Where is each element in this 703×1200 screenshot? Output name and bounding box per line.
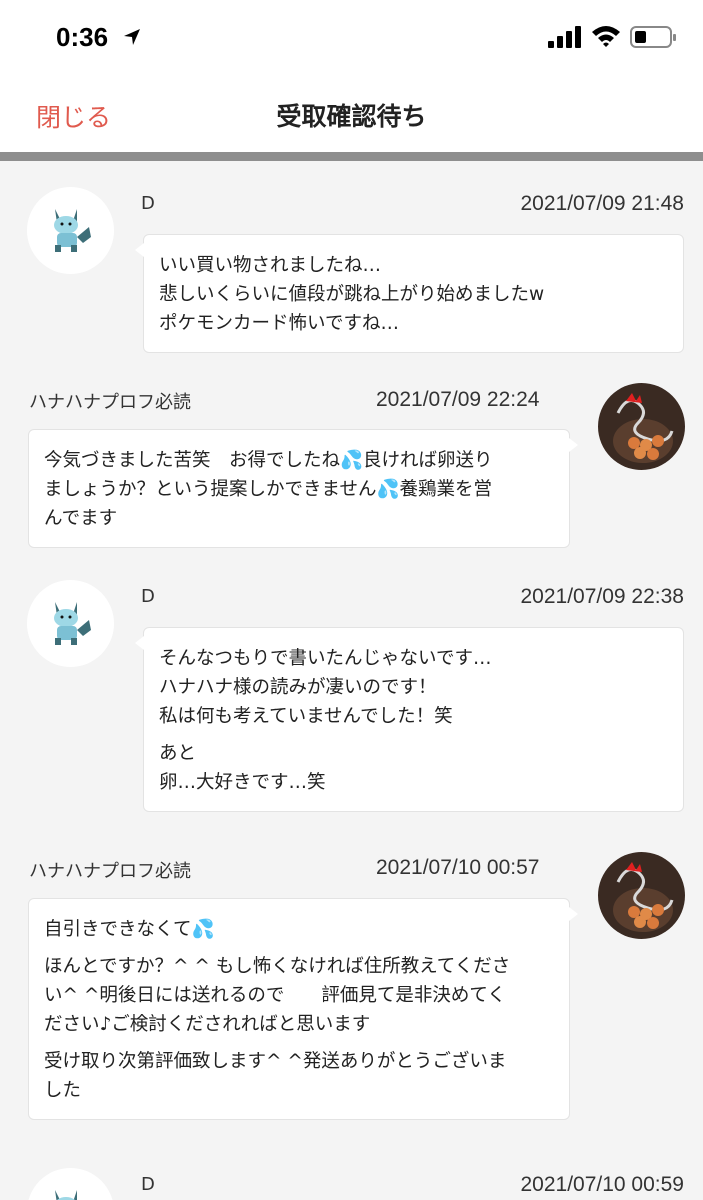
header: 0:36 閉じる 受取確認待ち [0,0,703,152]
message-text: 受け取り次第評価致します^ ^発送ありがとうございま した [44,1051,507,1101]
avatar[interactable] [27,1168,114,1200]
chicken-eggs-avatar-icon [598,383,685,470]
sender-name: D [141,586,155,607]
sender-name: ハナハナプロフ必読 [29,392,191,413]
header-divider [0,152,703,161]
message-bubble: いい買い物されましたね… 悲しいくらいに値段が跳ね上がり始めましたw ポケモンカ… [135,234,684,353]
message-text: 今気づきました苦笑 お得でしたね💦良ければ卵送り ましょうか？という提案しかでき… [44,450,493,529]
message-timestamp: 2021/07/09 22:38 [520,585,685,608]
sender-name: ハナハナプロフ必読 [29,861,191,882]
avatar[interactable] [598,852,685,939]
message-text: いい買い物されましたね… 悲しいくらいに値段が跳ね上がり始めましたw ポケモンカ… [159,255,545,334]
avatar[interactable] [598,383,685,470]
glaceon-avatar-icon [27,580,114,667]
message-bubble: そんなつもりで書いたんじゃないです… ハナハナ様の読みが凄いのです！ 私は何も考… [135,627,684,812]
message-timestamp: 2021/07/09 22:24 [376,388,540,411]
message-text: ほんとですか？^ ^ もし怖くなければ住所教えてくださ い^ ^明後日には送れる… [44,956,511,1035]
message-text: 自引きできなくて💦 [44,919,215,940]
message-text: あと 卵…大好きです…笑 [159,743,326,793]
message-text: そんなつもりで書いたんじゃないです… ハナハナ様の読みが凄いのです！ 私は何も考… [159,648,492,727]
wifi-icon [592,26,620,47]
sender-name: D [141,1174,155,1195]
sender-name: D [141,193,155,214]
page-title: 受取確認待ち [276,102,427,131]
cellular-signal-icon [548,26,581,48]
message-bubble: 今気づきました苦笑 お得でしたね💦良ければ卵送り ましょうか？という提案しかでき… [28,429,578,548]
message-timestamp: 2021/07/10 00:57 [376,856,540,879]
status-time: 0:36 [56,22,109,52]
battery-icon [630,26,676,48]
glaceon-avatar-icon [27,187,114,274]
message-timestamp: 2021/07/09 21:48 [520,192,685,215]
message-timestamp: 2021/07/10 00:59 [520,1173,685,1196]
avatar[interactable] [27,187,114,274]
chicken-eggs-avatar-icon [598,852,685,939]
avatar[interactable] [27,580,114,667]
message-bubble: 自引きできなくて💦 ほんとですか？^ ^ もし怖くなければ住所教えてくださ い^… [28,898,578,1120]
location-arrow-icon [124,29,140,45]
glaceon-avatar-icon [28,1168,113,1200]
